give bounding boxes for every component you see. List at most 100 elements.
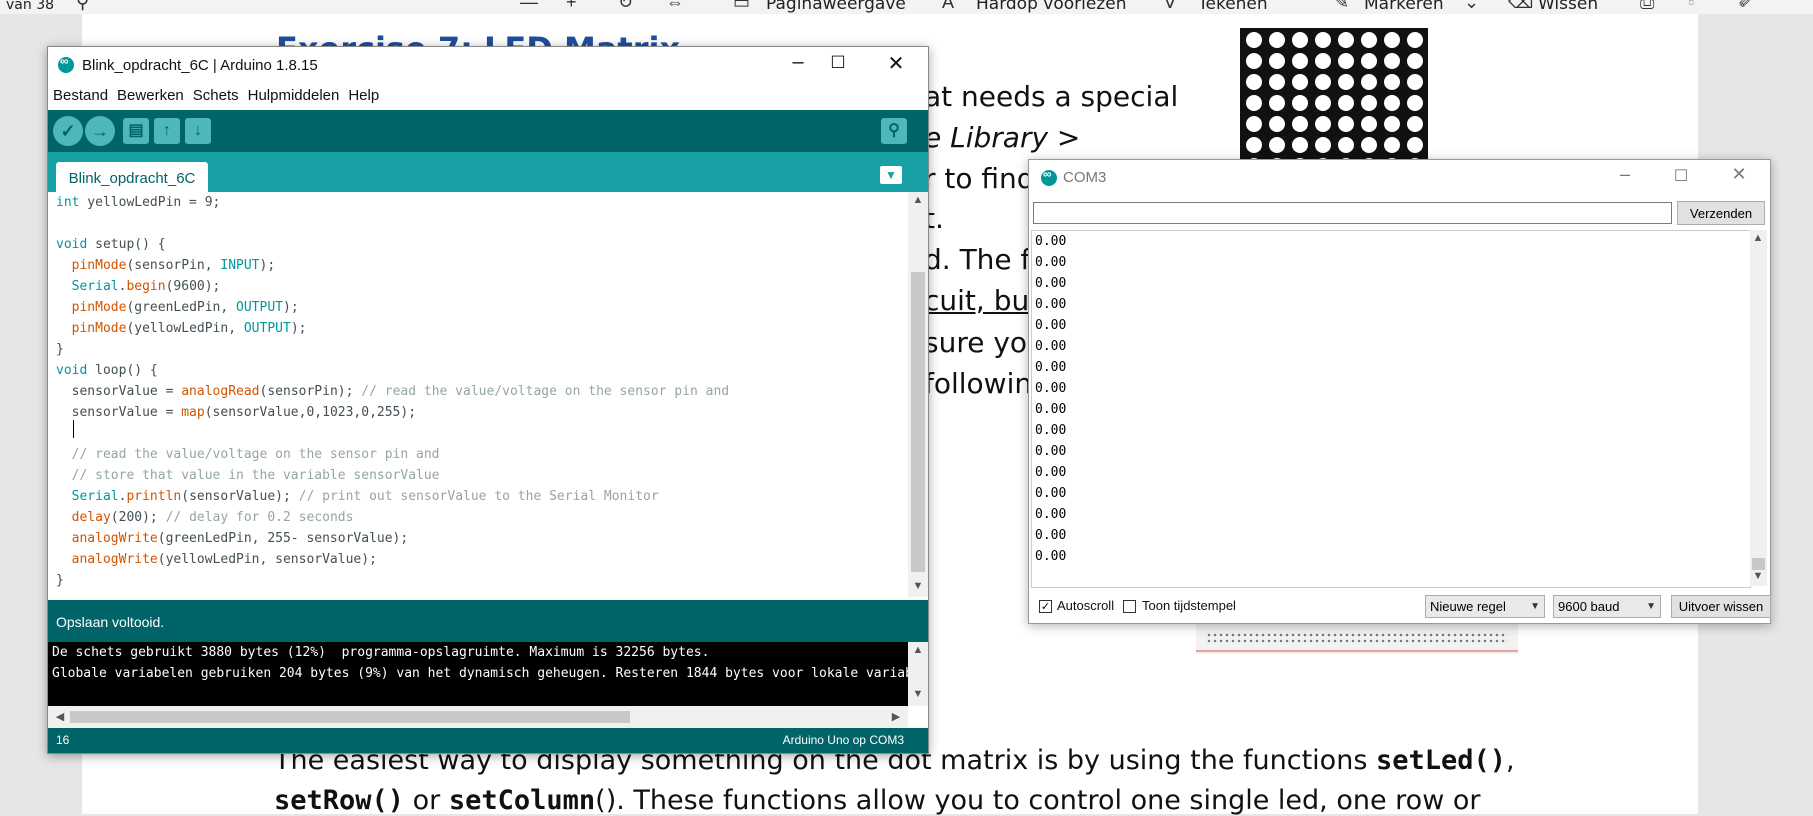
menu-tools[interactable]: Hulpmiddelen <box>248 83 340 109</box>
search-icon[interactable]: ⚲ <box>76 0 89 13</box>
arduino-logo-icon <box>58 54 74 73</box>
serial-output-line: 0.00 <box>1035 381 1067 396</box>
draw-button[interactable]: Tekenen <box>1198 0 1268 14</box>
zoom-out-icon[interactable]: — <box>520 0 538 13</box>
console-line: De schets gebruikt 3880 bytes (12%) prog… <box>52 645 710 660</box>
timestamp-checkbox[interactable] <box>1123 600 1136 613</box>
scroll-up-icon[interactable]: ▲ <box>908 644 928 656</box>
doc-line-3: r to find <box>924 162 1035 195</box>
led-matrix-image <box>1240 28 1428 162</box>
code-line: int yellowLedPin = 9; <box>56 195 221 210</box>
close-icon[interactable]: ✕ <box>876 51 916 76</box>
print-icon[interactable]: ⎙ <box>1640 0 1654 13</box>
led-dot <box>1246 116 1262 132</box>
chevron-down-icon: ▼ <box>1646 601 1656 612</box>
minimize-icon[interactable]: – <box>1605 164 1645 185</box>
read-aloud-icon[interactable]: A <box>942 0 954 13</box>
led-dot <box>1384 53 1400 69</box>
doc-bottom-suffix-2: (). These functions allow you to control… <box>595 785 1481 816</box>
led-dot <box>1246 95 1262 111</box>
serial-scrollbar[interactable]: ▲ ▼ <box>1750 230 1767 586</box>
led-dot <box>1384 32 1400 48</box>
scroll-right-icon[interactable]: ▶ <box>886 710 906 723</box>
console-scrollbar[interactable]: ▲ ▼ <box>908 642 928 706</box>
led-dot <box>1246 32 1262 48</box>
new-sketch-icon[interactable]: ▤ <box>123 118 149 144</box>
save-sketch-icon[interactable]: ↓ <box>185 118 211 144</box>
code-line: void loop() { <box>56 363 158 378</box>
timestamp-label: Toon tijdstempel <box>1142 598 1236 613</box>
board-label: Arduino Uno op COM3 <box>782 733 904 747</box>
maximize-icon[interactable]: ☐ <box>1661 166 1701 186</box>
menu-file[interactable]: Bestand <box>53 83 108 109</box>
autoscroll-checkbox[interactable]: ✓ <box>1039 600 1052 613</box>
status-bar: Opslaan voltooid. <box>48 600 928 642</box>
close-icon[interactable]: ✕ <box>1719 164 1759 185</box>
scroll-down-icon[interactable]: ▼ <box>1748 570 1768 582</box>
led-dot <box>1269 95 1285 111</box>
led-dot <box>1315 116 1331 132</box>
menu-sketch[interactable]: Schets <box>193 83 239 109</box>
clear-output-button[interactable]: Uitvoer wissen <box>1671 595 1771 618</box>
led-dot <box>1338 116 1354 132</box>
open-sketch-icon[interactable]: ↑ <box>154 118 180 144</box>
scroll-up-icon[interactable]: ▲ <box>1748 232 1768 244</box>
menu-help[interactable]: Help <box>348 83 379 109</box>
save-icon[interactable]: ▫ <box>1688 0 1694 13</box>
send-button[interactable]: Verzenden <box>1677 201 1765 225</box>
console-hscroll-thumb[interactable] <box>70 711 630 723</box>
line-ending-select[interactable]: Nieuwe regel ▼ <box>1425 595 1545 618</box>
erase-button[interactable]: Wissen <box>1538 0 1598 14</box>
led-dot <box>1407 53 1423 69</box>
upload-icon[interactable]: → <box>85 116 115 146</box>
led-dot <box>1338 137 1354 153</box>
rotate-icon[interactable]: ↻ <box>618 0 633 13</box>
baud-select[interactable]: 9600 baud ▼ <box>1553 595 1661 618</box>
serial-scroll-thumb[interactable] <box>1752 558 1765 570</box>
fit-width-icon[interactable]: ⇔ <box>666 0 684 13</box>
page-view-icon[interactable]: ▭ <box>733 0 750 13</box>
led-dot <box>1292 32 1308 48</box>
doc-code-setcolumn: setColumn <box>448 785 596 816</box>
highlight-button[interactable]: Markeren <box>1364 0 1444 14</box>
serial-monitor-icon[interactable]: ⚲ <box>881 118 907 144</box>
minimize-icon[interactable]: – <box>778 51 818 74</box>
editor-scrollbar[interactable]: ▲ ▼ <box>908 192 928 597</box>
page-view-button[interactable]: Paginaweergave <box>766 0 906 14</box>
zoom-in-icon[interactable]: + <box>566 0 577 13</box>
menu-edit[interactable]: Bewerken <box>117 83 184 109</box>
led-dot <box>1315 32 1331 48</box>
led-dot <box>1361 116 1377 132</box>
serial-titlebar: COM3 – ☐ ✕ <box>1029 160 1770 196</box>
highlight-icon[interactable]: ✎ <box>1334 0 1349 13</box>
code-editor[interactable]: int yellowLedPin = 9; void setup() { pinM… <box>48 192 908 597</box>
scroll-up-icon[interactable]: ▲ <box>908 194 928 206</box>
code-line: delay(200); // delay for 0.2 seconds <box>71 510 354 525</box>
code-line: sensorValue = map(sensorValue,0,1023,0,2… <box>56 405 417 420</box>
led-dot <box>1315 95 1331 111</box>
led-dot <box>1338 95 1354 111</box>
console-hscrollbar[interactable]: ◀ ▶ <box>48 706 908 728</box>
tab-menu-icon[interactable]: ▼ <box>880 166 902 184</box>
breadboard-image <box>1196 622 1518 654</box>
editor-scroll-thumb[interactable] <box>911 272 925 572</box>
scroll-down-icon[interactable]: ▼ <box>908 688 928 700</box>
led-dot <box>1269 116 1285 132</box>
maximize-icon[interactable]: ☐ <box>818 53 858 73</box>
tab-sketch[interactable]: Blink_opdracht_6C <box>56 162 208 192</box>
eraser-icon[interactable]: ⌫ <box>1508 0 1533 13</box>
serial-input[interactable] <box>1033 202 1672 224</box>
read-aloud-button[interactable]: Hardop voorlezen <box>976 0 1126 14</box>
chevron-down-icon[interactable]: ⌄ <box>1464 0 1479 13</box>
led-dot <box>1315 74 1331 90</box>
serial-output-line: 0.00 <box>1035 255 1067 270</box>
scroll-left-icon[interactable]: ◀ <box>50 710 70 723</box>
verify-icon[interactable]: ✓ <box>53 116 83 146</box>
scroll-down-icon[interactable]: ▼ <box>908 580 928 592</box>
annotate-icon[interactable]: ✐ <box>1738 0 1753 13</box>
doc-code-setrow: setRow() <box>274 785 405 816</box>
led-dot <box>1338 32 1354 48</box>
draw-icon[interactable]: ∇ <box>1164 0 1176 13</box>
code-line: sensorValue = analogRead(sensorPin); // … <box>56 384 730 399</box>
code-line: void setup() { <box>56 237 166 252</box>
